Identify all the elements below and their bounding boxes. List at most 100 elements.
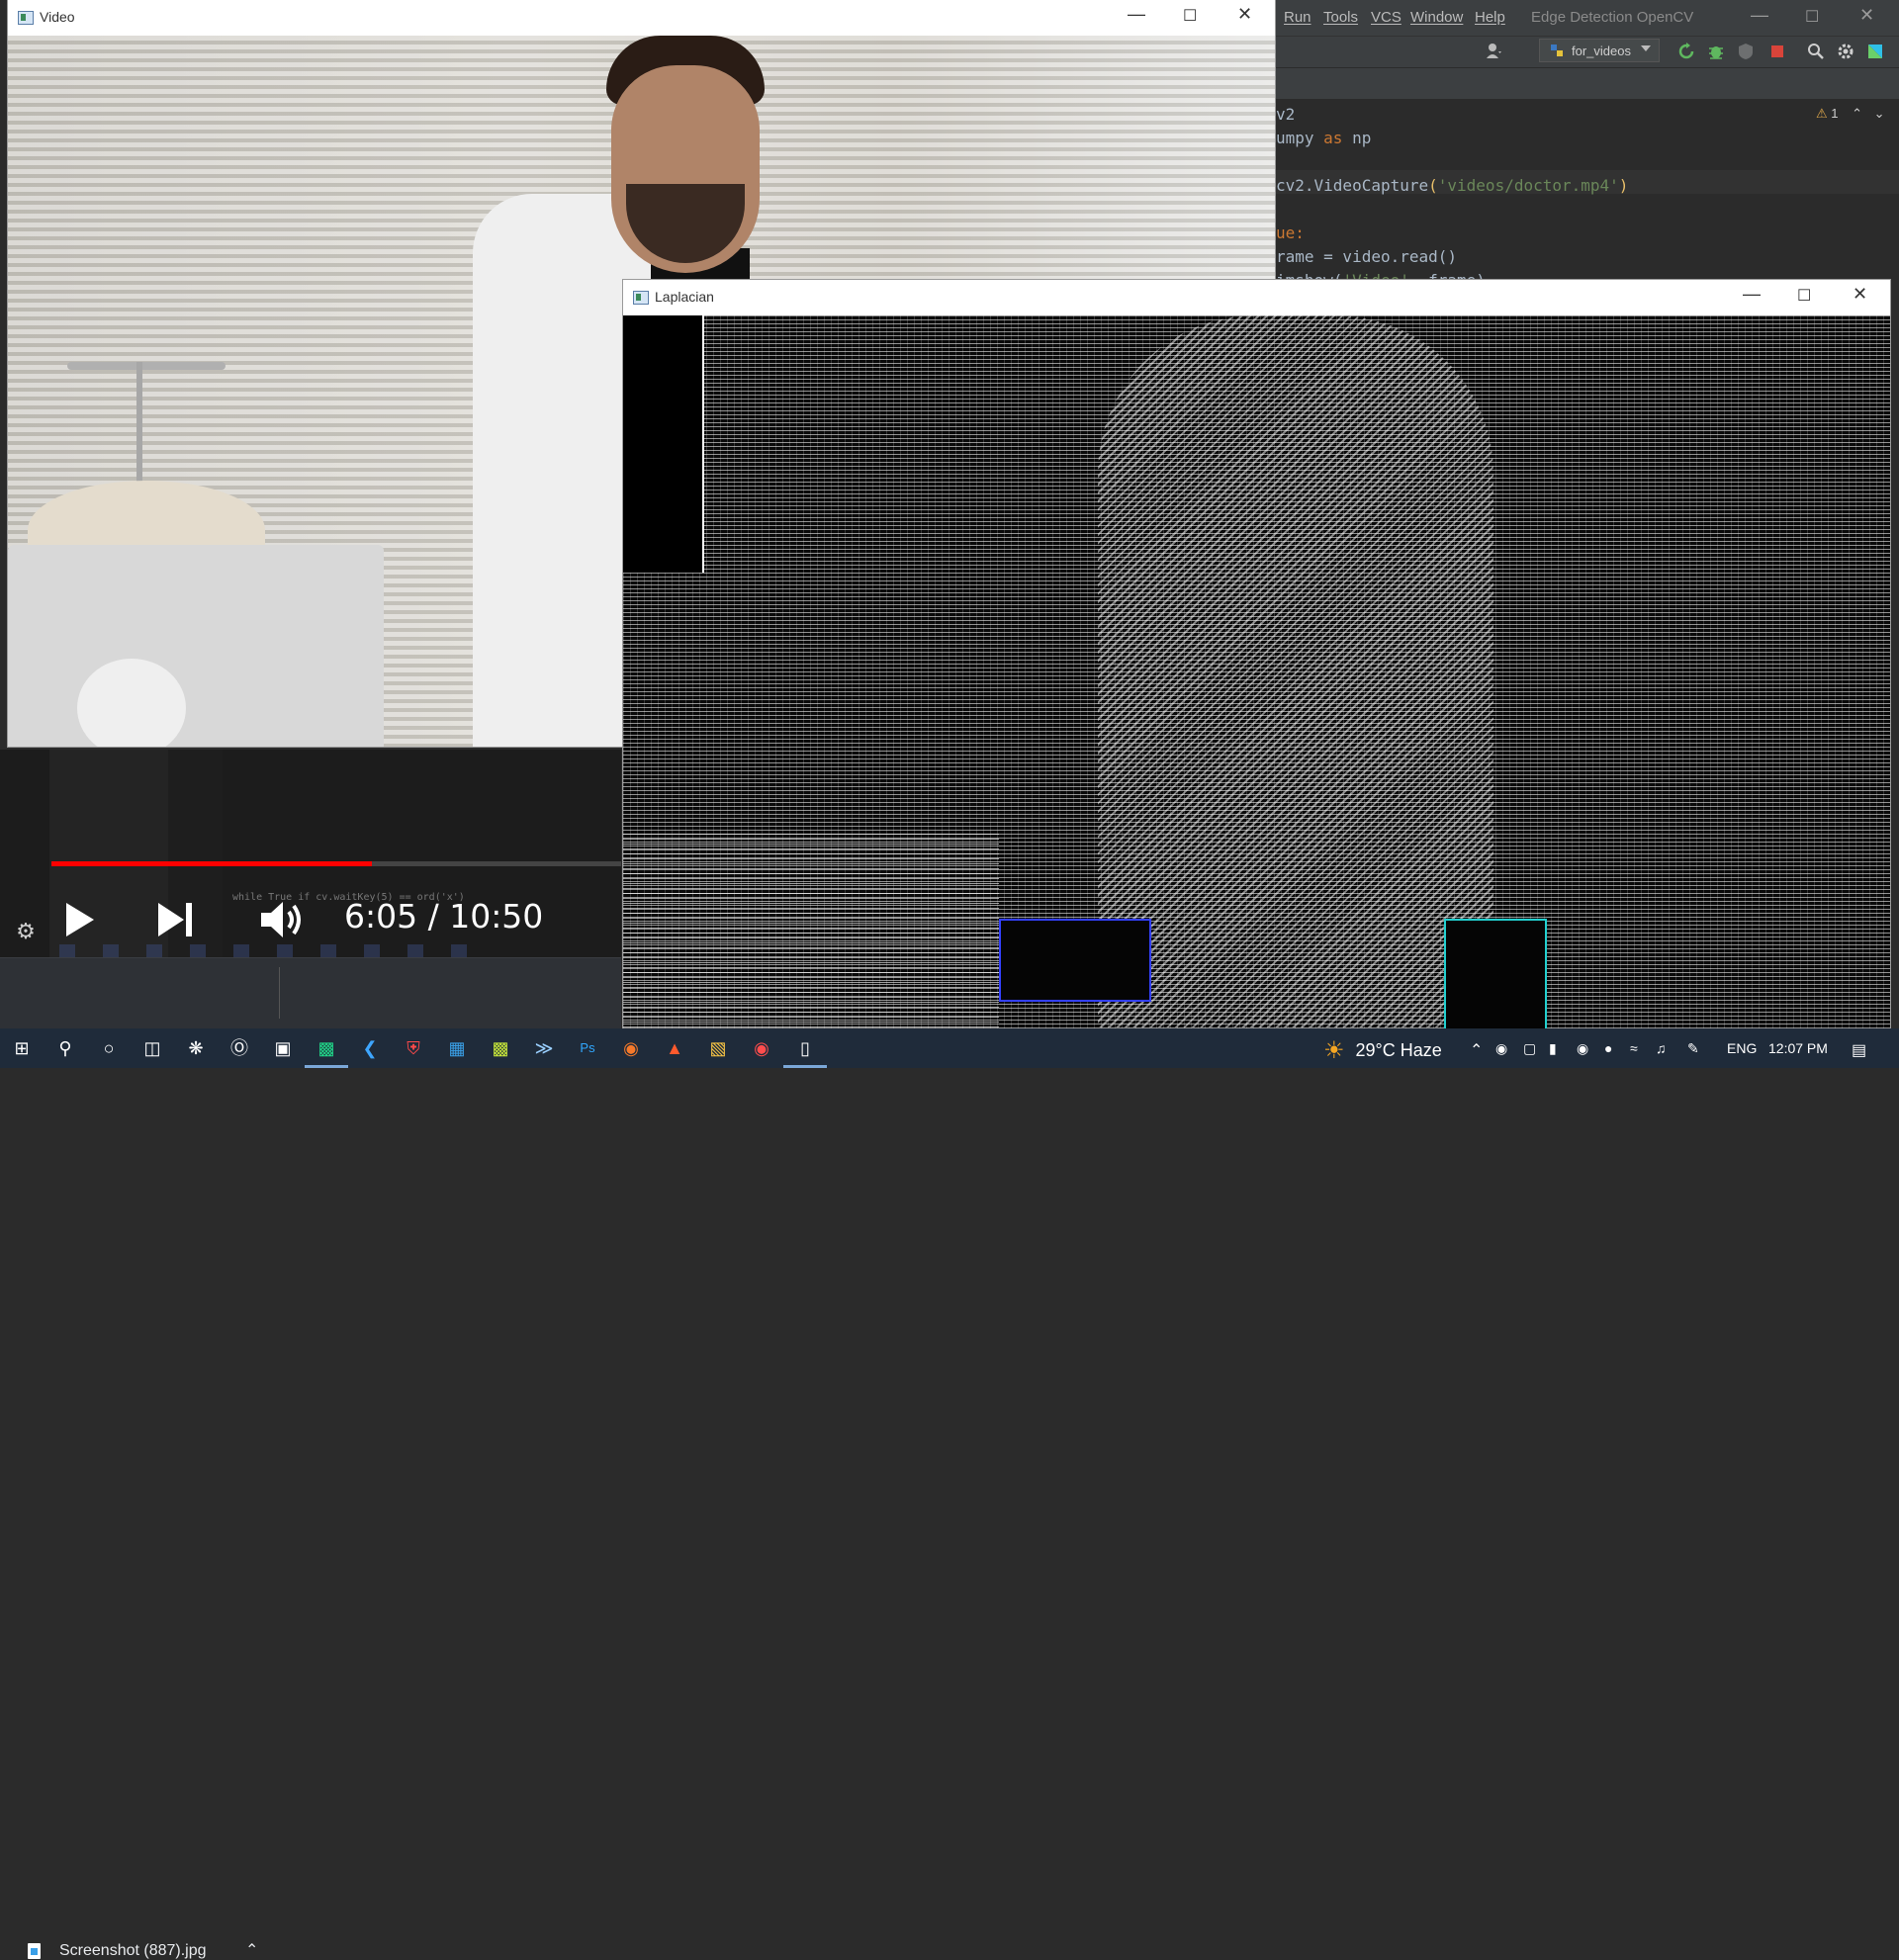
laptop — [8, 545, 384, 747]
coverage-icon[interactable] — [1737, 43, 1755, 60]
pycharm-icon[interactable]: ▩ — [305, 1028, 348, 1068]
menu-run[interactable]: Run — [1284, 9, 1311, 26]
window-app-icon — [633, 291, 649, 305]
code-token: ) — [1618, 176, 1629, 195]
notifications-icon[interactable]: ▤ — [1852, 1040, 1866, 1060]
epic-icon[interactable]: ▣ — [261, 1028, 305, 1068]
wifi-icon[interactable]: ≈ — [1630, 1040, 1638, 1056]
play-icon[interactable] — [66, 903, 94, 936]
warning-icon: ⚠ — [1816, 106, 1828, 121]
tray-chevron-up-icon[interactable]: ⌃ — [1470, 1040, 1483, 1060]
laplacian-frame — [623, 315, 1890, 1028]
menu-window[interactable]: Window — [1410, 9, 1463, 26]
warning-count: 1 — [1831, 106, 1839, 121]
code-token: rame = video.read() — [1276, 247, 1458, 266]
microphone-icon[interactable]: ● — [1604, 1040, 1612, 1056]
search-icon[interactable] — [1807, 43, 1825, 60]
background-thumbnails — [59, 944, 475, 958]
edge-figure — [1098, 315, 1493, 1027]
laplacian-window: Laplacian — ☐ ✕ — [623, 280, 1890, 1028]
minimize-icon[interactable]: — — [1743, 284, 1761, 305]
volume-icon[interactable] — [257, 896, 307, 943]
language-indicator[interactable]: ENG — [1727, 1040, 1757, 1056]
shield-tray-icon[interactable]: ◉ — [1577, 1040, 1588, 1057]
edge-block — [1444, 919, 1547, 1028]
notepad-icon[interactable]: ▯ — [783, 1028, 827, 1068]
unreal-icon[interactable]: Ⓞ — [218, 1028, 261, 1068]
code-editor[interactable]: v2 umpy as np cv2.VideoCapture('videos/doc… — [1276, 99, 1899, 290]
run-config-label: for_videos — [1572, 44, 1631, 58]
weather-text: 29°C Haze — [1355, 1040, 1442, 1060]
code-token: cv2.VideoCapture — [1276, 176, 1429, 195]
divider — [279, 967, 280, 1019]
ide-close-icon[interactable]: ✕ — [1859, 5, 1874, 26]
stop-icon[interactable] — [1768, 43, 1786, 60]
code-line: rame = video.read() — [1276, 247, 1457, 269]
download-item[interactable]: Screenshot (887).jpg ⌃ — [0, 957, 279, 1959]
search-icon[interactable]: ⚲ — [44, 1028, 87, 1068]
record-icon[interactable]: ◉ — [740, 1028, 783, 1068]
close-icon[interactable]: ✕ — [1853, 284, 1867, 305]
battery-icon[interactable]: ▮ — [1549, 1040, 1557, 1057]
code-line: cv2.VideoCapture('videos/doctor.mp4') — [1276, 176, 1628, 198]
minimize-icon[interactable]: — — [1128, 4, 1145, 25]
speaker-icon[interactable]: ♫ — [1656, 1040, 1667, 1056]
code-line: v2 — [1276, 105, 1295, 127]
powershell-icon[interactable]: ≫ — [522, 1028, 566, 1068]
blender-icon[interactable]: ◉ — [609, 1028, 653, 1068]
brave-icon[interactable]: ▲ — [653, 1028, 696, 1068]
code-token: np — [1342, 129, 1372, 147]
tray-b-icon[interactable]: ▢ — [1523, 1040, 1536, 1057]
edge-dark-region — [623, 315, 704, 573]
chevron-down-icon[interactable]: ⌄ — [1874, 106, 1885, 121]
clock[interactable]: 12:07 PM — [1768, 1040, 1828, 1056]
close-icon[interactable]: ✕ — [1237, 4, 1252, 25]
photoshop-icon[interactable]: Ps — [566, 1028, 609, 1068]
inspection-widget[interactable]: ⚠ 1 ⌃ ⌄ — [1816, 106, 1885, 122]
code-line: umpy as np — [1276, 129, 1371, 150]
task-view-icon[interactable]: ◫ — [131, 1028, 174, 1068]
window-app-icon — [18, 11, 34, 25]
maximize-icon[interactable]: ☐ — [1183, 6, 1197, 26]
laplacian-window-titlebar[interactable]: Laplacian — ☐ ✕ — [623, 280, 1890, 315]
file-explorer-icon[interactable]: ▧ — [696, 1028, 740, 1068]
chevron-up-icon[interactable]: ⌃ — [1852, 106, 1862, 121]
edge-block — [999, 919, 1151, 1002]
menu-tools[interactable]: Tools — [1323, 9, 1358, 26]
laptop-logo — [77, 659, 186, 747]
laplacian-window-title: Laplacian — [655, 289, 714, 305]
rerun-icon[interactable] — [1677, 43, 1695, 60]
code-token: as — [1323, 129, 1343, 147]
edge-laptop — [623, 830, 999, 1027]
plugin-icon[interactable] — [1866, 43, 1884, 60]
iv-stand-bar — [67, 362, 226, 370]
code-token: 'videos/doctor.mp4' — [1437, 176, 1619, 195]
settings-gear-icon[interactable]: ⚙ — [14, 920, 38, 943]
debug-icon[interactable] — [1707, 43, 1725, 60]
run-config-select[interactable]: for_videos — [1539, 39, 1660, 62]
menu-help[interactable]: Help — [1475, 9, 1505, 26]
vscode-icon[interactable]: ❮ — [348, 1028, 392, 1068]
next-icon[interactable] — [158, 903, 198, 936]
ide-minimize-icon[interactable]: — — [1751, 5, 1768, 26]
menu-vcs[interactable]: VCS — [1371, 9, 1402, 26]
time-display: 6:05 / 10:50 — [344, 897, 544, 935]
code-token: umpy — [1276, 129, 1324, 147]
pycharm-ce-icon[interactable]: ▩ — [479, 1028, 522, 1068]
weather-widget[interactable]: ☀ 29°C Haze — [1323, 1036, 1442, 1065]
maximize-icon[interactable]: ☐ — [1797, 286, 1811, 306]
start-icon[interactable]: ⊞ — [0, 1028, 44, 1068]
user-icon[interactable] — [1486, 43, 1503, 60]
progress-fill — [51, 861, 372, 866]
app-icon[interactable]: ❋ — [174, 1028, 218, 1068]
code-token: ue — [1276, 223, 1296, 242]
store-icon[interactable]: ▦ — [435, 1028, 479, 1068]
tray-app-icon[interactable]: ◉ — [1495, 1040, 1507, 1057]
gear-icon[interactable] — [1837, 43, 1854, 60]
pen-icon[interactable]: ✎ — [1687, 1040, 1699, 1057]
shield-app-icon[interactable]: ⛨ — [392, 1028, 435, 1068]
ide-maximize-icon[interactable]: ☐ — [1805, 7, 1819, 27]
chevron-up-icon[interactable]: ⌃ — [245, 1940, 258, 1960]
video-window-titlebar[interactable]: Video — ☐ ✕ — [8, 0, 1275, 36]
cortana-icon[interactable]: ○ — [87, 1028, 131, 1068]
